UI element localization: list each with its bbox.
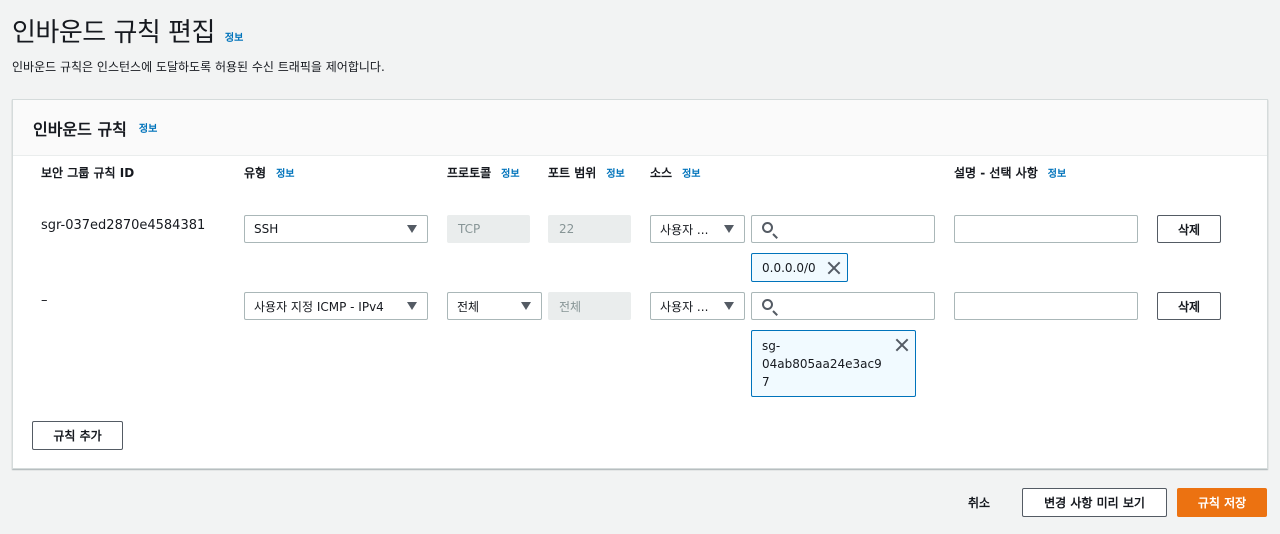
delete-button[interactable]: 삭제 [1157,292,1221,320]
source-type-select[interactable]: 사용자 ... [650,215,745,243]
protocol-info-link[interactable]: 정보 [501,165,519,180]
close-icon[interactable] [895,338,909,352]
description-info-link[interactable]: 정보 [1048,165,1066,180]
caret-down-icon [724,225,734,233]
source-token: 0.0.0.0/0 [751,253,848,282]
column-header-rule-id: 보안 그룹 규칙 ID [41,164,134,181]
type-select-value: 사용자 지정 ICMP - IPv4 [254,299,384,314]
source-type-select[interactable]: 사용자 ... [650,292,745,320]
source-token: sg- 04ab805aa24e3ac9 7 [751,330,916,397]
close-icon[interactable] [827,261,841,275]
source-search-input[interactable] [751,215,935,243]
column-label: 유형 [244,166,267,180]
description-input[interactable] [954,292,1138,320]
type-info-link[interactable]: 정보 [276,165,294,180]
column-label: 프로토콜 [447,166,492,180]
source-type-value: 사용자 ... [660,222,709,237]
source-info-link[interactable]: 정보 [682,165,700,180]
token-label: sg- 04ab805aa24e3ac9 7 [762,337,882,391]
search-icon [762,222,773,233]
inbound-rules-panel: 인바운드 규칙 정보 보안 그룹 규칙 ID 유형 정보 프로토콜 정보 포트 … [12,99,1268,469]
column-header-port-range: 포트 범위 정보 [548,164,628,184]
page-description: 인바운드 규칙은 인스턴스에 도달하도록 허용된 수신 트래픽을 제어합니다. [12,60,385,74]
preview-changes-button[interactable]: 변경 사항 미리 보기 [1022,488,1167,517]
column-label: 소스 [650,166,673,180]
search-icon [762,299,773,310]
type-select-value: SSH [254,222,279,236]
caret-down-icon [407,225,417,233]
column-header-protocol: 프로토콜 정보 [447,164,520,181]
column-label: 보안 그룹 규칙 ID [41,166,135,180]
panel-info-link[interactable]: 정보 [139,120,157,135]
caret-down-icon [521,302,531,310]
token-line: 7 [762,375,770,389]
description-input[interactable] [954,215,1138,243]
add-rule-button[interactable]: 규칙 추가 [32,421,123,450]
token-line: 04ab805aa24e3ac9 [762,357,882,371]
delete-button[interactable]: 삭제 [1157,215,1221,243]
column-label: 포트 범위 [548,166,597,180]
caret-down-icon [724,302,734,310]
caret-down-icon [407,302,417,310]
port-range-field: 22 [548,215,631,243]
page-info-link[interactable]: 정보 [225,29,243,44]
column-header-type: 유형 정보 [244,164,295,181]
page-header: 인바운드 규칙 편집 정보 [12,12,243,49]
protocol-select[interactable]: 전체 [447,292,542,320]
rule-id-text: – [41,293,48,308]
source-type-value: 사용자 ... [660,299,709,314]
source-search-input[interactable] [751,292,935,320]
type-select[interactable]: 사용자 지정 ICMP - IPv4 [244,292,428,320]
protocol-select-value: 전체 [457,299,480,314]
port-range-field: 전체 [548,292,631,320]
save-rules-button[interactable]: 규칙 저장 [1177,488,1267,517]
type-select[interactable]: SSH [244,215,428,243]
column-label: 설명 - 선택 사항 [954,166,1038,180]
column-header-source: 소스 정보 [650,164,701,181]
panel-header: 인바운드 규칙 정보 [13,100,1267,156]
page-title: 인바운드 규칙 편집 [12,18,215,48]
cancel-button[interactable]: 취소 [968,494,990,511]
panel-title: 인바운드 규칙 [33,119,127,139]
rule-id-text: sgr-037ed2870e4584381 [41,218,206,233]
token-line: sg- [762,339,781,353]
protocol-field: TCP [447,215,530,243]
column-header-description: 설명 - 선택 사항 정보 [954,164,1066,181]
port-info-link[interactable]: 정보 [606,166,624,184]
token-label: 0.0.0.0/0 [762,261,816,275]
